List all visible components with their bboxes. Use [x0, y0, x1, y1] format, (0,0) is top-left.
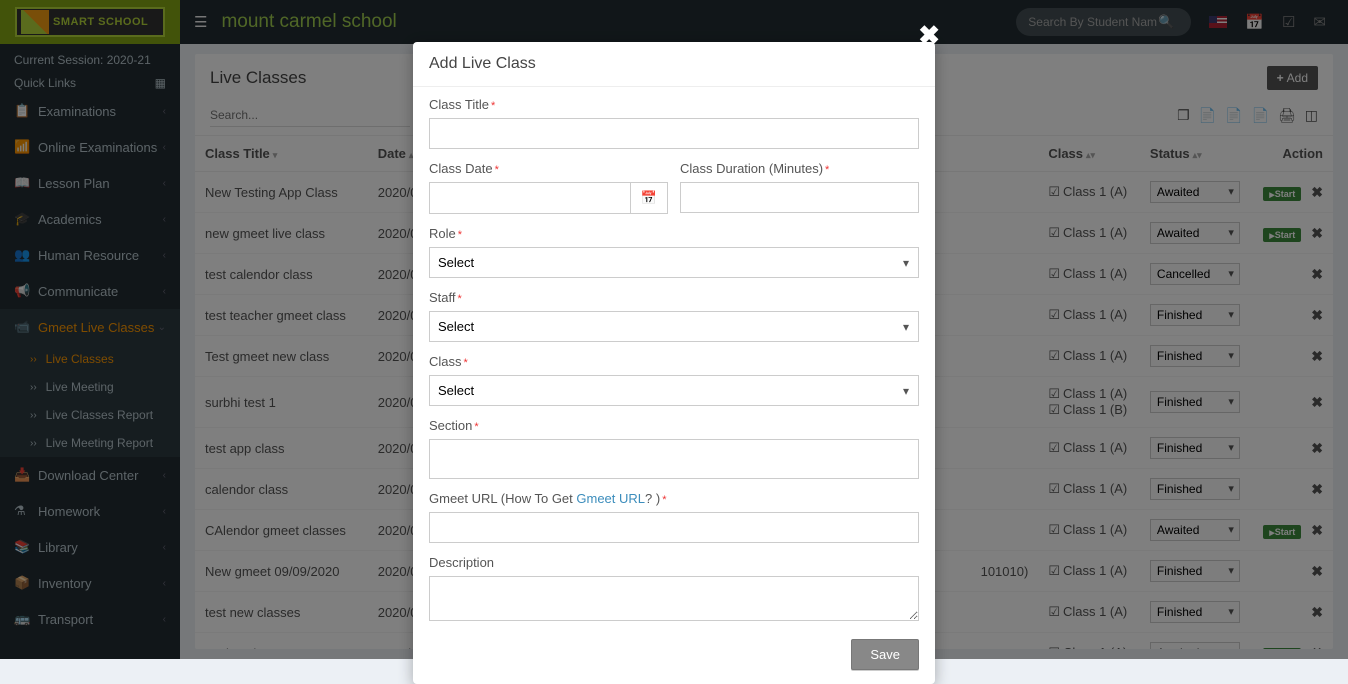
- class-title-label: Class Title*: [429, 97, 919, 112]
- section-input[interactable]: [429, 439, 919, 479]
- class-select[interactable]: Select: [429, 375, 919, 406]
- close-icon[interactable]: ✖: [918, 20, 940, 51]
- modal-body: Class Title* Class Date* 📅 Class Duratio…: [413, 87, 935, 627]
- description-label: Description: [429, 555, 919, 570]
- role-select[interactable]: Select: [429, 247, 919, 278]
- staff-select[interactable]: Select: [429, 311, 919, 342]
- modal-title: Add Live Class: [429, 55, 919, 73]
- class-label: Class*: [429, 354, 919, 369]
- class-date-label: Class Date*: [429, 161, 668, 176]
- calendar-picker-icon[interactable]: 📅: [630, 182, 668, 214]
- class-date-input[interactable]: [429, 182, 630, 214]
- staff-label: Staff*: [429, 290, 919, 305]
- save-button[interactable]: Save: [851, 639, 919, 670]
- class-title-input[interactable]: [429, 118, 919, 149]
- role-label: Role*: [429, 226, 919, 241]
- gmeet-url-input[interactable]: [429, 512, 919, 543]
- description-textarea[interactable]: [429, 576, 919, 621]
- class-duration-label: Class Duration (Minutes)*: [680, 161, 919, 176]
- class-duration-input[interactable]: [680, 182, 919, 213]
- gmeet-url-label: Gmeet URL (How To Get Gmeet URL? )*: [429, 491, 919, 506]
- add-live-class-modal: ✖ Add Live Class Class Title* Class Date…: [413, 42, 935, 684]
- gmeet-url-help-link[interactable]: Gmeet URL: [576, 491, 645, 506]
- section-label: Section*: [429, 418, 919, 433]
- modal-header: Add Live Class: [413, 42, 935, 87]
- modal-footer: Save: [413, 627, 935, 684]
